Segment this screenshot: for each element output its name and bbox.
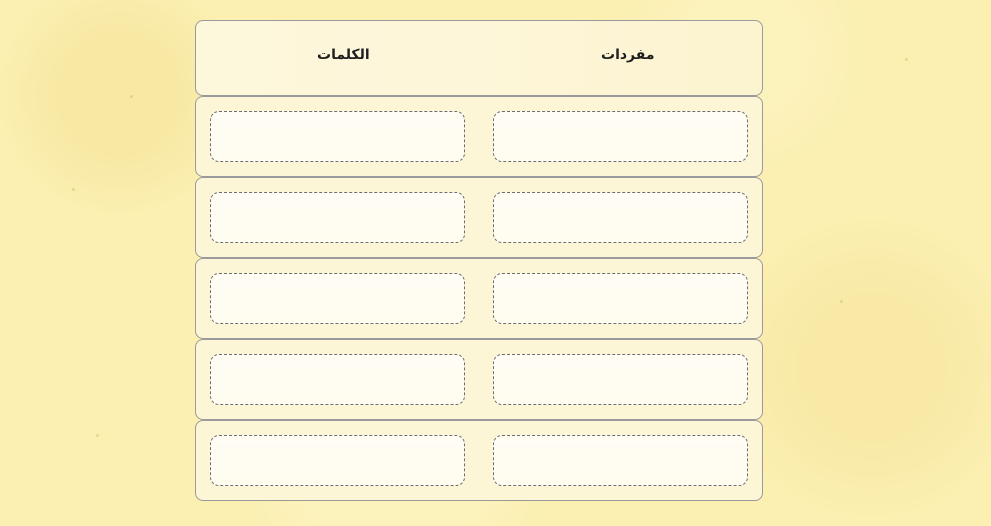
- matching-board: مفردات الكلمات: [195, 20, 763, 501]
- column-title-words: الكلمات: [317, 47, 370, 63]
- pair-row: [195, 96, 763, 177]
- column-title-vocabulary: مفردات: [601, 47, 655, 63]
- answer-drop-slot[interactable]: [210, 435, 465, 486]
- vocabulary-drop-slot[interactable]: [493, 273, 748, 324]
- paper-speck: [840, 300, 843, 303]
- column-header-row: مفردات الكلمات: [195, 20, 763, 96]
- pair-row: [195, 177, 763, 258]
- answer-drop-slot[interactable]: [210, 192, 465, 243]
- vocabulary-drop-slot[interactable]: [493, 192, 748, 243]
- pair-row: [195, 420, 763, 501]
- answer-drop-slot[interactable]: [210, 354, 465, 405]
- paper-speck: [130, 95, 133, 98]
- paper-speck: [96, 434, 99, 437]
- pair-row: [195, 339, 763, 420]
- paper-speck: [72, 188, 75, 191]
- vocabulary-drop-slot[interactable]: [493, 354, 748, 405]
- paper-speck: [905, 58, 908, 61]
- answer-drop-slot[interactable]: [210, 111, 465, 162]
- vocabulary-drop-slot[interactable]: [493, 435, 748, 486]
- vocabulary-drop-slot[interactable]: [493, 111, 748, 162]
- answer-drop-slot[interactable]: [210, 273, 465, 324]
- pair-row: [195, 258, 763, 339]
